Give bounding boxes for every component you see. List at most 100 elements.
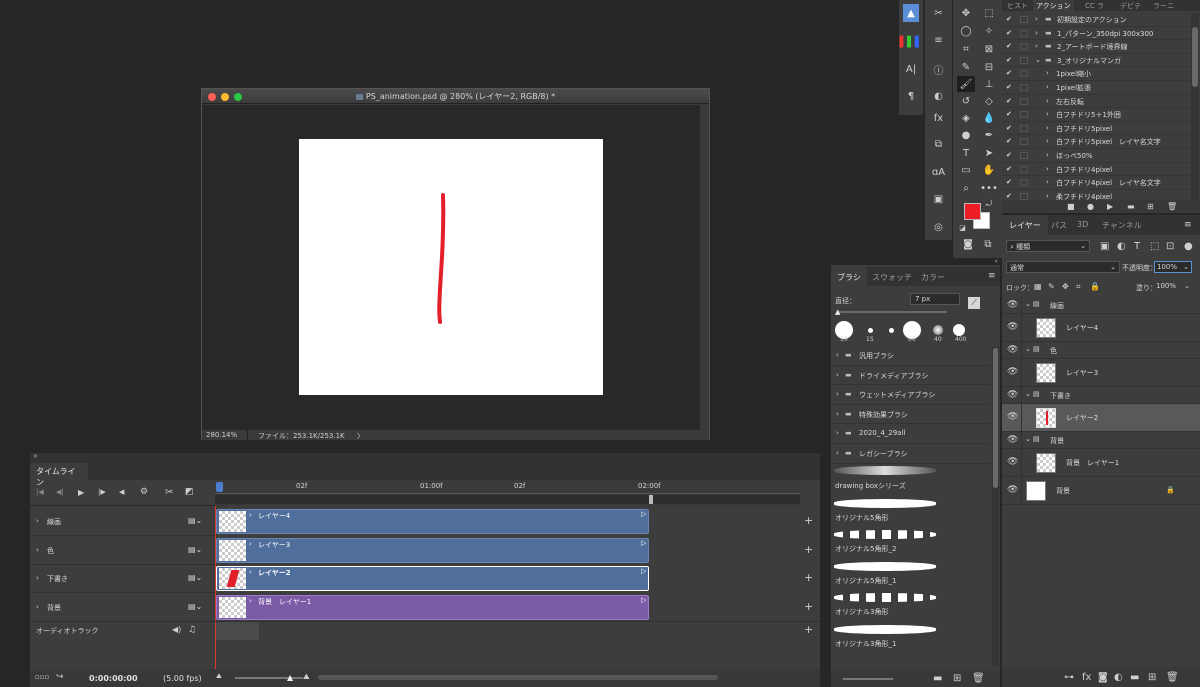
brush-folder[interactable]: › ▬ ドライメディアブラシ — [831, 366, 991, 386]
tab-actions[interactable]: アクション — [1033, 0, 1074, 11]
render-video-icon[interactable]: ↪ — [56, 672, 64, 682]
canvas[interactable] — [299, 139, 603, 395]
link-layers-icon[interactable]: ⊶ — [1064, 672, 1074, 683]
visibility-eye-icon[interactable]: 👁 — [1007, 322, 1018, 332]
layer-row[interactable]: 👁 レイヤー3 — [1002, 359, 1200, 387]
track-header[interactable]: › 下書き ▤⌄ — [30, 565, 215, 593]
filter-toggle-icon[interactable]: ● — [1184, 241, 1193, 252]
lock-all-icon[interactable]: 🔒 — [1090, 282, 1100, 291]
convert-frame-animation-icon[interactable]: ▫▫▫ — [35, 673, 49, 681]
magic-wand-tool-icon[interactable]: ✧ — [980, 23, 998, 39]
document-vertical-scrollbar[interactable] — [700, 105, 709, 430]
swap-colors-icon[interactable]: ⤾ — [984, 199, 994, 209]
tab-channels[interactable]: チャンネル — [1099, 215, 1145, 235]
delete-layer-icon[interactable]: 🗑 — [1166, 672, 1179, 683]
more-tools-icon[interactable]: ••• — [980, 180, 998, 196]
clip-expand-chevron-icon[interactable]: › — [249, 540, 252, 548]
track-options-icon[interactable]: ▤⌄ — [188, 516, 202, 525]
brush-new-group-icon[interactable]: ▬ — [933, 673, 942, 684]
action-item[interactable]: ✔ › 白フチドリ5pixel レイヤ名文字 — [1002, 135, 1190, 149]
expand-chevron-icon[interactable]: › — [836, 410, 839, 418]
action-enabled-check-icon[interactable]: ✔ — [1006, 165, 1012, 173]
dialog-toggle-box[interactable] — [1020, 16, 1028, 23]
lock-image-icon[interactable]: ✎ — [1048, 282, 1055, 291]
brush-preset[interactable]: 40 — [928, 320, 948, 344]
brush-folder[interactable]: › ▬ レガシーブラシ — [831, 444, 991, 464]
expand-chevron-icon[interactable]: › — [836, 429, 839, 437]
dialog-toggle-box[interactable] — [1020, 56, 1028, 64]
expand-chevron-icon[interactable]: ⌄ — [1035, 56, 1041, 64]
opacity-input[interactable]: 100% ⌄ — [1154, 261, 1192, 273]
track-header[interactable]: › 背景 ▤⌄ — [30, 594, 215, 622]
work-area-end-handle[interactable] — [649, 495, 653, 504]
zoom-out-mountain-icon[interactable]: ⛰ — [216, 672, 222, 681]
dialog-toggle-box[interactable] — [1020, 43, 1028, 51]
action-item[interactable]: ✔ › 1pixel拡張 — [1002, 81, 1190, 95]
track-options-icon[interactable]: ▤⌄ — [188, 602, 202, 611]
add-media-button[interactable]: + — [804, 571, 813, 584]
record-action-icon[interactable]: ● — [1087, 202, 1094, 211]
action-enabled-check-icon[interactable]: ✔ — [1006, 42, 1012, 50]
screen-mode-icon[interactable]: ⧉ — [981, 238, 995, 250]
zoom-tool-icon[interactable]: ⌕ — [957, 180, 975, 196]
add-media-button[interactable]: + — [804, 600, 813, 613]
action-item[interactable]: ✔ › 白フチドリ5＋1外囲 — [1002, 108, 1190, 122]
rectangle-tool-icon[interactable]: ▭ — [957, 162, 975, 178]
track-options-icon[interactable]: ▤⌄ — [188, 573, 202, 582]
filter-kind-select[interactable]: ⌕ 種類 ⌄ — [1006, 240, 1090, 252]
properties-icon[interactable]: ▲ — [903, 4, 919, 22]
brush-preset[interactable] — [881, 320, 901, 344]
brush-collapse-icon[interactable]: « — [831, 258, 1000, 265]
expand-chevron-icon[interactable]: › — [836, 390, 839, 398]
track-clip[interactable]: › レイヤー4 ▷ — [216, 509, 649, 534]
navigator-icon[interactable]: ◎ — [930, 219, 947, 236]
status-menu-chevron[interactable]: 〉 — [357, 431, 364, 441]
playhead-handle[interactable] — [216, 482, 223, 492]
mute-audio-icon[interactable]: ◀) — [172, 625, 181, 634]
brush-size-input[interactable]: 7 px — [910, 293, 960, 305]
action-enabled-check-icon[interactable]: ✔ — [1006, 137, 1012, 145]
group-expand-chevron-icon[interactable]: ⌄ — [1025, 390, 1031, 398]
brush-scrollbar[interactable] — [992, 346, 999, 666]
visibility-eye-icon[interactable]: 👁 — [1007, 390, 1018, 400]
group-expand-chevron-icon[interactable]: ⌄ — [1025, 345, 1031, 353]
visibility-eye-icon[interactable]: 👁 — [1007, 457, 1018, 467]
paint-bucket-tool-icon[interactable]: ◈ — [957, 110, 975, 126]
expand-chevron-icon[interactable]: › — [1046, 137, 1049, 145]
libraries-icon[interactable]: ▣ — [930, 191, 947, 208]
expand-chevron-icon[interactable]: › — [1035, 15, 1038, 23]
clip-end-icon[interactable]: ▷ — [641, 539, 646, 547]
visibility-eye-icon[interactable]: 👁 — [1007, 345, 1018, 355]
track-header[interactable]: › 色 ▤⌄ — [30, 537, 215, 565]
new-adjustment-icon[interactable]: ◐ — [1114, 672, 1123, 683]
hand-tool-icon[interactable]: ✋ — [980, 162, 998, 178]
canvas-area[interactable] — [202, 105, 700, 430]
expand-chevron-icon[interactable]: › — [1046, 165, 1049, 173]
clip-end-icon[interactable]: ▷ — [641, 567, 646, 575]
action-item[interactable]: ✔ ⌄ ▬ 3_オリジナルマンガ — [1002, 54, 1190, 68]
brush-tool-icon[interactable]: 🖌 — [957, 76, 975, 92]
tab-swatches[interactable]: スウォッチ — [868, 267, 916, 286]
stamp-tool-icon[interactable]: ⊥ — [980, 76, 998, 92]
brush-folder[interactable]: › ▬ 汎用ブラシ — [831, 346, 991, 366]
action-item[interactable]: ✔ › 白フチドリ4pixel — [1002, 163, 1190, 177]
dialog-toggle-box[interactable] — [1020, 152, 1028, 159]
action-enabled-check-icon[interactable]: ✔ — [1006, 97, 1012, 105]
expand-chevron-icon[interactable]: › — [836, 351, 839, 359]
history-brush-tool-icon[interactable]: ↺ — [957, 93, 975, 109]
brush-new-icon[interactable]: ⊞ — [953, 673, 961, 684]
lasso-tool-icon[interactable]: ◯ — [957, 23, 975, 39]
brush-folder[interactable]: › ▬ 特殊効果ブラシ — [831, 405, 991, 425]
clip-expand-chevron-icon[interactable]: › — [249, 597, 252, 605]
dialog-toggle-box[interactable] — [1020, 124, 1028, 132]
ruler-tool-icon[interactable]: ⊟ — [980, 59, 998, 75]
expand-chevron-icon[interactable]: › — [1046, 124, 1049, 132]
actions-scrollbar[interactable] — [1191, 13, 1199, 200]
action-enabled-check-icon[interactable]: ✔ — [1006, 29, 1012, 37]
dialog-toggle-box[interactable] — [1020, 70, 1028, 78]
expand-chevron-icon[interactable]: › — [1046, 83, 1049, 91]
quick-mask-icon[interactable]: ◙ — [961, 238, 975, 250]
tab-brushes[interactable]: ブラシ — [831, 267, 867, 286]
action-enabled-check-icon[interactable]: ✔ — [1006, 69, 1012, 77]
filter-shape-icon[interactable]: ⬚ — [1150, 241, 1159, 252]
